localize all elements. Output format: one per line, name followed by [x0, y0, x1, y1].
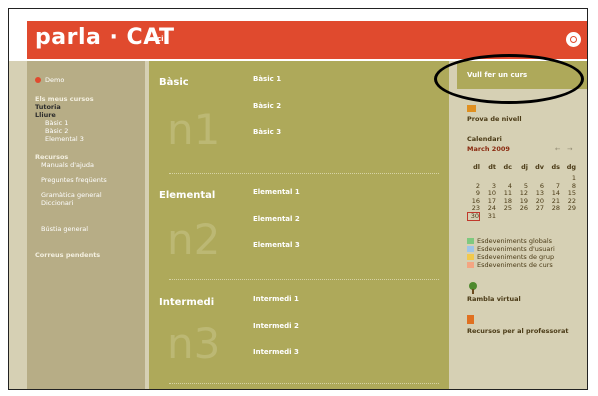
- legend-swatch: [467, 238, 474, 244]
- course-link-elemental-2[interactable]: Elemental 2: [253, 215, 300, 223]
- tree-icon: [467, 279, 479, 294]
- divider: [169, 173, 439, 174]
- course-link-elemental-3[interactable]: Elemental 3: [253, 241, 300, 249]
- right-panel: Prova de nivell Calendari March 2009 ← →…: [457, 61, 587, 389]
- levels-panel: Bàsic n1 Bàsic 1 Bàsic 2 Bàsic 3 Element…: [149, 61, 449, 389]
- sidebar-course-basic-1[interactable]: Bàsic 1: [45, 119, 68, 127]
- divider: [169, 383, 439, 384]
- level-badge-n3: n3: [167, 319, 221, 368]
- level-title-intermediate: Intermedi: [159, 297, 215, 308]
- course-link-basic-1[interactable]: Bàsic 1: [253, 75, 281, 83]
- sidebar-item-tutoring[interactable]: Tutoria: [35, 103, 61, 111]
- legend-label: Esdeveniments de curs: [477, 261, 553, 269]
- sidebar-section-resources: Recursos: [35, 153, 69, 161]
- legend-label: Esdeveniments d'usuari: [477, 245, 555, 253]
- calendar-day-today[interactable]: 30: [467, 211, 480, 221]
- browser-frame: parla · CAT Inici Demo Els meus cursos T…: [8, 8, 588, 390]
- sidebar-demo[interactable]: Demo: [45, 76, 64, 84]
- calendar-month: March 2009: [467, 145, 510, 153]
- calendar-weekday: dj: [521, 163, 528, 171]
- calendar-prev-icon[interactable]: ←: [555, 145, 560, 153]
- calendar-weekday: ds: [551, 163, 560, 171]
- level-test-icon: [467, 105, 476, 112]
- sidebar-item-pending-mail[interactable]: Correus pendents: [35, 251, 100, 259]
- rambla-link[interactable]: Rambla virtual: [467, 295, 521, 303]
- calendar-title: Calendari: [467, 135, 502, 143]
- legend-label: Esdeveniments de grup: [477, 253, 555, 261]
- course-link-intermediate-3[interactable]: Intermedi 3: [253, 348, 299, 356]
- level-badge-n2: n2: [167, 215, 221, 264]
- calendar-day[interactable]: 27: [531, 204, 544, 212]
- sidebar-item-grammar[interactable]: Gramàtica general: [41, 191, 102, 199]
- calendar-weekday: dg: [566, 163, 576, 171]
- legend-swatch: [467, 262, 474, 268]
- calendar-day[interactable]: 26: [515, 204, 528, 212]
- settings-icon[interactable]: [566, 32, 581, 47]
- course-link-intermediate-1[interactable]: Intermedi 1: [253, 295, 299, 303]
- nav-home[interactable]: Inici: [147, 35, 164, 43]
- legend-swatch: [467, 254, 474, 260]
- calendar-next-icon[interactable]: →: [567, 145, 572, 153]
- sidebar-item-faq[interactable]: Preguntes freqüents: [41, 176, 107, 184]
- calendar-day[interactable]: 29: [563, 204, 576, 212]
- sidebar-item-help-manuals[interactable]: Manuals d'ajuda: [41, 161, 94, 169]
- calendar-day[interactable]: 25: [499, 204, 512, 212]
- teacher-resources-link[interactable]: Recursos per al professorat: [467, 327, 568, 335]
- course-link-basic-2[interactable]: Bàsic 2: [253, 102, 281, 110]
- sidebar-item-mailbox[interactable]: Bústia general: [41, 225, 88, 233]
- book-icon: [467, 315, 474, 324]
- level-badge-n1: n1: [167, 105, 221, 154]
- calendar-day[interactable]: 31: [483, 212, 496, 220]
- sidebar-course-basic-2[interactable]: Bàsic 2: [45, 127, 68, 135]
- level-title-basic: Bàsic: [159, 77, 189, 88]
- demo-dot-icon: [35, 77, 41, 83]
- sidebar-section-my-courses: Els meus cursos: [35, 95, 94, 103]
- legend-label: Esdeveniments globals: [477, 237, 553, 245]
- highlight-ellipse: [434, 54, 584, 104]
- legend-swatch: [467, 246, 474, 252]
- calendar-weekday: dv: [535, 163, 544, 171]
- course-link-basic-3[interactable]: Bàsic 3: [253, 128, 281, 136]
- sidebar-item-free[interactable]: Lliure: [35, 111, 56, 119]
- course-link-intermediate-2[interactable]: Intermedi 2: [253, 322, 299, 330]
- sidebar: Demo Els meus cursos Tutoria Lliure Bàsi…: [27, 61, 145, 389]
- calendar-day[interactable]: 28: [547, 204, 560, 212]
- level-title-elemental: Elemental: [159, 190, 216, 201]
- divider: [169, 279, 439, 280]
- sidebar-item-dictionary[interactable]: Diccionari: [41, 199, 73, 207]
- level-test-link[interactable]: Prova de nivell: [467, 115, 522, 123]
- calendar-weekday: dt: [488, 163, 496, 171]
- course-link-elemental-1[interactable]: Elemental 1: [253, 188, 300, 196]
- calendar-weekday: dc: [503, 163, 512, 171]
- calendar-weekday: dl: [473, 163, 480, 171]
- sidebar-course-elemental-3[interactable]: Elemental 3: [45, 135, 84, 143]
